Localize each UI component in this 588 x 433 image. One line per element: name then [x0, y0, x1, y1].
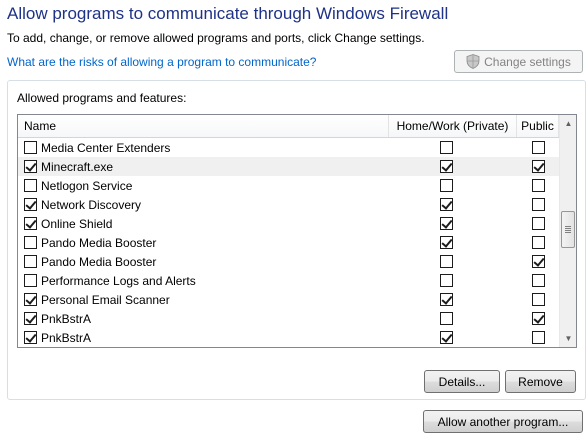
private-checkbox[interactable]	[440, 198, 453, 211]
private-checkbox[interactable]	[440, 141, 453, 154]
private-checkbox[interactable]	[440, 331, 453, 344]
scrollbar-thumb[interactable]	[561, 211, 575, 248]
program-name: Online Shield	[41, 216, 113, 231]
public-checkbox[interactable]	[532, 331, 545, 344]
public-checkbox[interactable]	[532, 179, 545, 192]
public-checkbox[interactable]	[532, 141, 545, 154]
table-row[interactable]: PnkBstrB	[18, 347, 559, 348]
private-checkbox[interactable]	[440, 236, 453, 249]
table-row[interactable]: Pando Media Booster	[18, 233, 559, 252]
allowed-programs-label: Allowed programs and features:	[17, 91, 187, 105]
public-checkbox[interactable]	[532, 217, 545, 230]
scroll-up-arrow-icon[interactable]: ▲	[560, 115, 576, 132]
allowed-programs-list[interactable]: Name Home/Work (Private) Public Media Ce…	[17, 114, 577, 348]
private-checkbox[interactable]	[440, 312, 453, 325]
list-rows: Media Center Extenders Minecraft.exe Netlo…	[18, 138, 559, 348]
program-name-cell: Pando Media Booster	[24, 233, 156, 252]
public-checkbox[interactable]	[532, 274, 545, 287]
table-row[interactable]: Netlogon Service	[18, 176, 559, 195]
enabled-checkbox[interactable]	[24, 274, 37, 287]
table-row[interactable]: Online Shield	[18, 214, 559, 233]
enabled-checkbox[interactable]	[24, 141, 37, 154]
column-header-name[interactable]: Name	[18, 115, 389, 137]
table-row[interactable]: PnkBstrA	[18, 328, 559, 347]
table-row[interactable]: Media Center Extenders	[18, 138, 559, 157]
private-checkbox[interactable]	[440, 293, 453, 306]
public-checkbox[interactable]	[532, 236, 545, 249]
page-subtitle: To add, change, or remove allowed progra…	[7, 31, 425, 45]
enabled-checkbox[interactable]	[24, 293, 37, 306]
enabled-checkbox[interactable]	[24, 179, 37, 192]
public-checkbox[interactable]	[532, 312, 545, 325]
private-checkbox[interactable]	[440, 179, 453, 192]
private-checkbox[interactable]	[440, 274, 453, 287]
program-name: Pando Media Booster	[41, 254, 157, 269]
program-name-cell: Performance Logs and Alerts	[24, 271, 196, 290]
program-name: Personal Email Scanner	[41, 292, 170, 307]
table-row[interactable]: Personal Email Scanner	[18, 290, 559, 309]
grip-icon	[565, 226, 571, 233]
program-name: Media Center Extenders	[41, 140, 171, 155]
public-checkbox[interactable]	[532, 255, 545, 268]
program-name-cell: Personal Email Scanner	[24, 290, 170, 309]
table-row[interactable]: Pando Media Booster	[18, 252, 559, 271]
column-header-public[interactable]: Public	[517, 115, 559, 137]
program-name-cell: Network Discovery	[24, 195, 141, 214]
program-name-cell: PnkBstrA	[24, 328, 91, 347]
table-row[interactable]: Network Discovery	[18, 195, 559, 214]
page-title: Allow programs to communicate through Wi…	[7, 4, 449, 23]
private-checkbox[interactable]	[440, 217, 453, 230]
program-name: PnkBstrA	[41, 311, 92, 326]
public-checkbox[interactable]	[532, 198, 545, 211]
program-name-cell: PnkBstrA	[24, 309, 91, 328]
enabled-checkbox[interactable]	[24, 236, 37, 249]
remove-button[interactable]: Remove	[505, 370, 576, 393]
details-button[interactable]: Details...	[424, 370, 500, 393]
program-name: Pando Media Booster	[41, 235, 157, 250]
program-name-cell: Netlogon Service	[24, 176, 132, 195]
public-checkbox[interactable]	[532, 293, 545, 306]
scroll-down-arrow-icon[interactable]: ▼	[560, 330, 576, 347]
public-checkbox[interactable]	[532, 160, 545, 173]
program-name-cell: Online Shield	[24, 214, 112, 233]
program-name: Netlogon Service	[41, 178, 133, 193]
enabled-checkbox[interactable]	[24, 217, 37, 230]
list-header: Name Home/Work (Private) Public	[18, 115, 559, 138]
table-row[interactable]: Performance Logs and Alerts	[18, 271, 559, 290]
program-name-cell: Pando Media Booster	[24, 252, 156, 271]
vertical-scrollbar[interactable]: ▲ ▼	[559, 115, 576, 347]
risks-link[interactable]: What are the risks of allowing a program…	[7, 55, 316, 69]
change-settings-label: Change settings	[484, 54, 571, 69]
enabled-checkbox[interactable]	[24, 312, 37, 325]
enabled-checkbox[interactable]	[24, 198, 37, 211]
allow-another-program-button[interactable]: Allow another program...	[423, 410, 583, 433]
enabled-checkbox[interactable]	[24, 160, 37, 173]
private-checkbox[interactable]	[440, 160, 453, 173]
program-name-cell: Media Center Extenders	[24, 138, 170, 157]
program-name-cell: Minecraft.exe	[24, 157, 113, 176]
uac-shield-icon	[466, 54, 480, 69]
enabled-checkbox[interactable]	[24, 331, 37, 344]
program-name: Performance Logs and Alerts	[41, 273, 196, 288]
allowed-programs-group: Allowed programs and features: Name Home…	[7, 80, 586, 400]
column-header-private[interactable]: Home/Work (Private)	[389, 115, 517, 137]
enabled-checkbox[interactable]	[24, 255, 37, 268]
program-name: PnkBstrA	[41, 330, 92, 345]
private-checkbox[interactable]	[440, 255, 453, 268]
table-row[interactable]: Minecraft.exe	[18, 157, 559, 176]
program-name: Minecraft.exe	[41, 159, 114, 174]
program-name-cell: PnkBstrB	[24, 347, 91, 348]
program-name: Network Discovery	[41, 197, 142, 212]
change-settings-button[interactable]: Change settings	[454, 50, 583, 73]
table-row[interactable]: PnkBstrA	[18, 309, 559, 328]
